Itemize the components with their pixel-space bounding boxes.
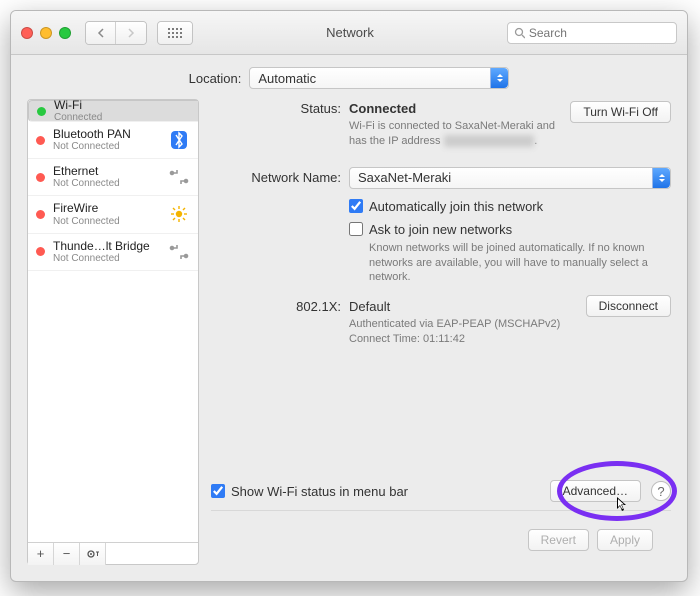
sidebar-item-labels: Thunde…lt BridgeNot Connected [53,240,160,264]
status-value: Connected [349,101,560,116]
sidebar-item-sub: Not Connected [53,178,160,189]
auto-join-label: Automatically join this network [369,199,543,214]
firewire-icon [168,205,190,223]
status-dot-icon [36,247,45,256]
sidebar-item-name: Ethernet [53,165,160,178]
sidebar-item-sub: Not Connected [53,216,160,227]
updown-arrows-icon [652,168,670,188]
close-window-button[interactable] [21,27,33,39]
sidebar-item-name: FireWire [53,202,160,215]
location-label: Location: [189,71,242,86]
zoom-window-button[interactable] [59,27,71,39]
status-dot-icon [36,136,45,145]
menubar-checkbox[interactable]: Show Wi-Fi status in menu bar [211,484,408,499]
sidebar-item-labels: Wi-FiConnected [54,100,198,123]
location-value: Automatic [258,71,316,86]
network-prefs-window: Network Location: Automatic Wi-FiConnect… [10,10,688,582]
wifi-toggle-button[interactable]: Turn Wi-Fi Off [570,101,671,123]
apply-button[interactable]: Apply [597,529,653,551]
gear-icon [86,548,100,560]
status-detail-suffix: . [534,135,537,147]
sidebar-footer: + − [28,542,198,564]
sidebar-item-sub: Connected [54,112,198,123]
sidebar-item-firewire[interactable]: FireWireNot Connected [28,196,198,233]
minimize-window-button[interactable] [40,27,52,39]
menubar-label: Show Wi-Fi status in menu bar [231,484,408,499]
bluetooth-icon [168,130,190,150]
sidebar-item-thunderbolt[interactable]: Thunde…lt BridgeNot Connected [28,234,198,271]
ip-address-redacted: 000.000.000.000 [444,135,535,147]
add-service-button[interactable]: + [28,543,54,565]
ask-join-input[interactable] [349,222,363,236]
sidebar-item-labels: Bluetooth PANNot Connected [53,128,160,152]
traffic-lights [21,27,71,39]
cursor-icon [617,497,629,513]
ethernet-icon [168,168,190,186]
status-dot-icon [37,107,46,116]
nav-back-button[interactable] [86,22,116,44]
revert-button[interactable]: Revert [528,529,589,551]
panel-footer: Show Wi-Fi status in menu bar Advanced… … [211,474,671,502]
sidebar-item-labels: FireWireNot Connected [53,202,160,226]
ask-join-checkbox[interactable]: Ask to join new networks [349,222,671,237]
sidebar-item-sub: Not Connected [53,253,160,264]
nav-back-forward [85,21,147,45]
eap-value: Default [349,299,578,314]
search-icon [514,27,525,39]
titlebar: Network [11,11,687,55]
auto-join-input[interactable] [349,199,363,213]
details-panel: Status: Connected Wi-Fi is connected to … [211,99,671,565]
ask-join-label: Ask to join new networks [369,222,512,237]
menubar-input[interactable] [211,484,225,498]
remove-service-button[interactable]: − [54,543,80,565]
eap-disconnect-button[interactable]: Disconnect [586,295,671,317]
divider [211,510,671,511]
show-all-button[interactable] [157,21,193,45]
eap-label: 802.1X: [211,299,341,314]
sidebar-item-sub: Not Connected [53,141,160,152]
network-name-select[interactable]: SaxaNet-Meraki [349,167,671,189]
sidebar-item-labels: EthernetNot Connected [53,165,160,189]
location-select[interactable]: Automatic [249,67,509,89]
bottom-bar: Revert Apply [211,519,671,565]
status-detail: Wi-Fi is connected to SaxaNet-Meraki and… [349,119,560,149]
grid-icon [158,22,192,44]
thunderbolt-icon [168,243,190,261]
sidebar-item-name: Bluetooth PAN [53,128,160,141]
updown-arrows-icon [490,68,508,88]
sidebar-item-wifi[interactable]: Wi-FiConnected [28,100,198,122]
location-row: Location: Automatic [11,55,687,99]
status-dot-icon [36,210,45,219]
status-label: Status: [211,101,341,116]
ask-join-help: Known networks will be joined automatica… [369,241,649,286]
eap-time-line: Connect Time: 01:11:42 [349,332,671,347]
search-field[interactable] [507,22,677,44]
network-name-value: SaxaNet-Meraki [358,170,451,185]
services-list: Wi-FiConnectedBluetooth PANNot Connected… [28,100,198,542]
network-name-label: Network Name: [211,170,341,185]
auto-join-checkbox[interactable]: Automatically join this network [349,199,671,214]
services-sidebar: Wi-FiConnectedBluetooth PANNot Connected… [27,99,199,565]
sidebar-item-bluetooth[interactable]: Bluetooth PANNot Connected [28,122,198,159]
sidebar-item-ethernet[interactable]: EthernetNot Connected [28,159,198,196]
window-title: Network [201,25,499,40]
service-actions-button[interactable] [80,543,106,565]
eap-auth-line: Authenticated via EAP-PEAP (MSCHAPv2) [349,317,671,332]
sidebar-item-name: Wi-Fi [54,100,198,112]
help-button[interactable]: ? [651,481,671,501]
status-dot-icon [36,173,45,182]
sidebar-item-name: Thunde…lt Bridge [53,240,160,253]
search-input[interactable] [529,26,670,40]
nav-forward-button[interactable] [116,22,146,44]
